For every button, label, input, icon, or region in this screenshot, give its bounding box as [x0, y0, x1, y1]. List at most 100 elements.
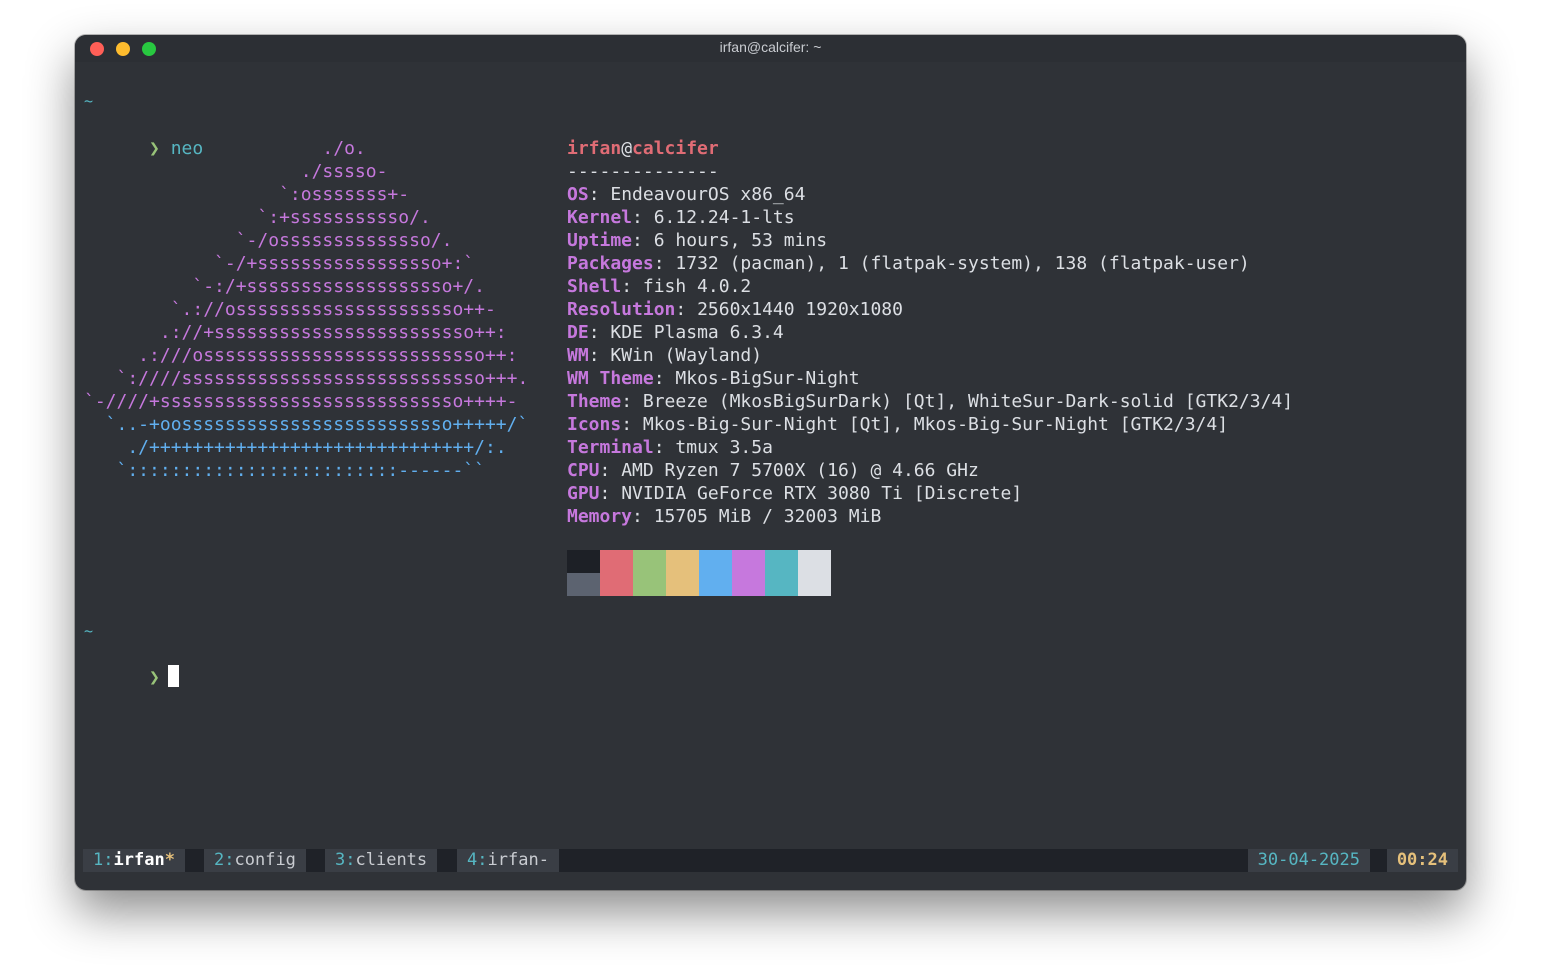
tmux-window-tab-1[interactable]: 1:irfan* — [83, 849, 185, 872]
color-swatch — [765, 550, 798, 573]
tmux-window-tab-4[interactable]: 4:irfan- — [457, 849, 559, 872]
info-colon: : — [675, 299, 698, 320]
info-colon: : — [632, 207, 654, 228]
info-label: CPU — [567, 460, 600, 481]
color-swatch — [732, 550, 765, 573]
cwd-indicator: ~ — [84, 92, 94, 110]
info-row: WM Theme: Mkos-BigSur-Night — [567, 367, 860, 390]
ascii-art-line: ./o. — [84, 138, 366, 159]
info-colon: : — [588, 345, 611, 366]
tmux-window-index: 2 — [214, 850, 225, 870]
color-swatch — [666, 573, 699, 596]
info-colon: : — [653, 253, 676, 274]
ascii-art-line: `-/+sssssssssssssssso+:` — [84, 253, 475, 274]
tmux-window-flag: * — [164, 850, 175, 870]
info-value: tmux 3.5a — [675, 437, 773, 458]
info-label: OS — [567, 184, 589, 205]
color-swatch — [798, 573, 831, 596]
active-prompt-line[interactable]: ❯ — [84, 642, 179, 688]
info-label: Packages — [567, 253, 654, 274]
info-colon: : — [621, 414, 643, 435]
ascii-art-line: `..-+oosssssssssssssssssssssssso+++++/` — [84, 414, 529, 435]
color-swatch — [633, 550, 666, 573]
tmux-window-tab-3[interactable]: 3:clients — [325, 849, 438, 872]
color-swatch — [633, 573, 666, 596]
info-colon: : — [588, 322, 611, 343]
tmux-status-bar: 1:irfan* 2:config 3:clients 4:irfan- 30-04-… — [83, 849, 1458, 872]
info-value: fish 4.0.2 — [642, 276, 752, 297]
tmux-window-colon: : — [477, 850, 488, 870]
tmux-window-name: irfan — [487, 850, 539, 870]
info-value: AMD Ryzen 7 5700X (16) @ 4.66 GHz — [621, 460, 979, 481]
info-row: CPU: AMD Ryzen 7 5700X (16) @ 4.66 GHz — [567, 459, 979, 482]
ascii-art-line: `:+sssssssssso/. — [84, 207, 431, 228]
tmux-window-name: irfan — [113, 850, 165, 870]
command-line: ❯ neo — [84, 114, 203, 159]
ascii-art-line: ./++++++++++++++++++++++++++++++/:. — [84, 437, 507, 458]
info-label: Theme — [567, 391, 622, 412]
info-label: Icons — [567, 414, 622, 435]
color-swatch — [765, 573, 798, 596]
info-label: Terminal — [567, 437, 654, 458]
ascii-art-line: `:////ssssssssssssssssssssssssssso+++. — [84, 368, 529, 389]
info-row: Terminal: tmux 3.5a — [567, 436, 773, 459]
user-host: irfan@calcifer — [567, 137, 719, 160]
info-label: Uptime — [567, 230, 633, 251]
info-colon: : — [599, 483, 622, 504]
info-colon: : — [632, 506, 654, 527]
info-row: Packages: 1732 (pacman), 1 (flatpak-syst… — [567, 252, 1250, 275]
color-swatch — [600, 573, 633, 596]
info-row: GPU: NVIDIA GeForce RTX 3080 Ti [Discret… — [567, 482, 1022, 505]
info-colon: : — [621, 391, 643, 412]
color-swatch — [666, 550, 699, 573]
info-value: NVIDIA GeForce RTX 3080 Ti [Discrete] — [621, 483, 1023, 504]
info-row: DE: KDE Plasma 6.3.4 — [567, 321, 784, 344]
info-colon: : — [599, 460, 622, 481]
info-label: GPU — [567, 483, 600, 504]
terminal-window[interactable]: irfan@calcifer: ~ ~ ❯ neo ./o. ./sssso- … — [75, 35, 1466, 890]
info-value: Breeze (MkosBigSurDark) [Qt], WhiteSur-D… — [642, 391, 1294, 412]
color-swatch — [567, 550, 600, 573]
info-label: Memory — [567, 506, 633, 527]
hostname: calcifer — [632, 138, 719, 159]
info-colon: : — [653, 368, 676, 389]
color-swatch — [567, 573, 600, 596]
ascii-art-line: .:///ossssssssssssssssssssssssso++: — [84, 345, 518, 366]
info-value: 15705 MiB / 32003 MiB — [653, 506, 882, 527]
info-value: KWin (Wayland) — [610, 345, 763, 366]
info-label: WM Theme — [567, 368, 654, 389]
info-row: Kernel: 6.12.24-1-lts — [567, 206, 795, 229]
info-row: Resolution: 2560x1440 1920x1080 — [567, 298, 903, 321]
prompt-symbol-2: ❯ — [149, 667, 160, 688]
tmux-window-index: 1 — [93, 850, 104, 870]
info-colon: : — [588, 184, 611, 205]
tmux-window-colon: : — [345, 850, 356, 870]
ascii-art-line: `-////+ssssssssssssssssssssssssssso++++- — [84, 391, 518, 412]
status-time: 00:24 — [1386, 849, 1458, 872]
info-colon: : — [653, 437, 676, 458]
tmux-window-colon: : — [103, 850, 114, 870]
tmux-window-tab-2[interactable]: 2:config — [204, 849, 306, 872]
color-swatch — [600, 550, 633, 573]
info-row: Memory: 15705 MiB / 32003 MiB — [567, 505, 881, 528]
info-label: Kernel — [567, 207, 633, 228]
info-value: Mkos-BigSur-Night — [675, 368, 860, 389]
info-label: Resolution — [567, 299, 676, 320]
cwd-indicator-2: ~ — [84, 622, 94, 640]
tmux-window-colon: : — [224, 850, 235, 870]
info-colon: : — [621, 276, 643, 297]
terminal-content[interactable]: ~ ❯ neo ./o. ./sssso- `:osssssss+- `:+ss… — [75, 35, 1466, 890]
text-cursor — [167, 665, 179, 687]
info-value: 6.12.24-1-lts — [653, 207, 795, 228]
ascii-art-line: `:::::::::::::::::::::::::------`` — [84, 460, 485, 481]
color-palette — [567, 550, 831, 596]
username: irfan — [567, 138, 622, 159]
info-value: KDE Plasma 6.3.4 — [610, 322, 784, 343]
info-row: WM: KWin (Wayland) — [567, 344, 762, 367]
color-swatch — [699, 550, 732, 573]
info-row: Theme: Breeze (MkosBigSurDark) [Qt], Whi… — [567, 390, 1293, 413]
ascii-art-line: `:osssssss+- — [84, 184, 410, 205]
tmux-window-index: 4 — [467, 850, 478, 870]
ascii-art-line: `.://osssssssssssssssssssso++- — [84, 299, 496, 320]
info-value: 2560x1440 1920x1080 — [697, 299, 903, 320]
